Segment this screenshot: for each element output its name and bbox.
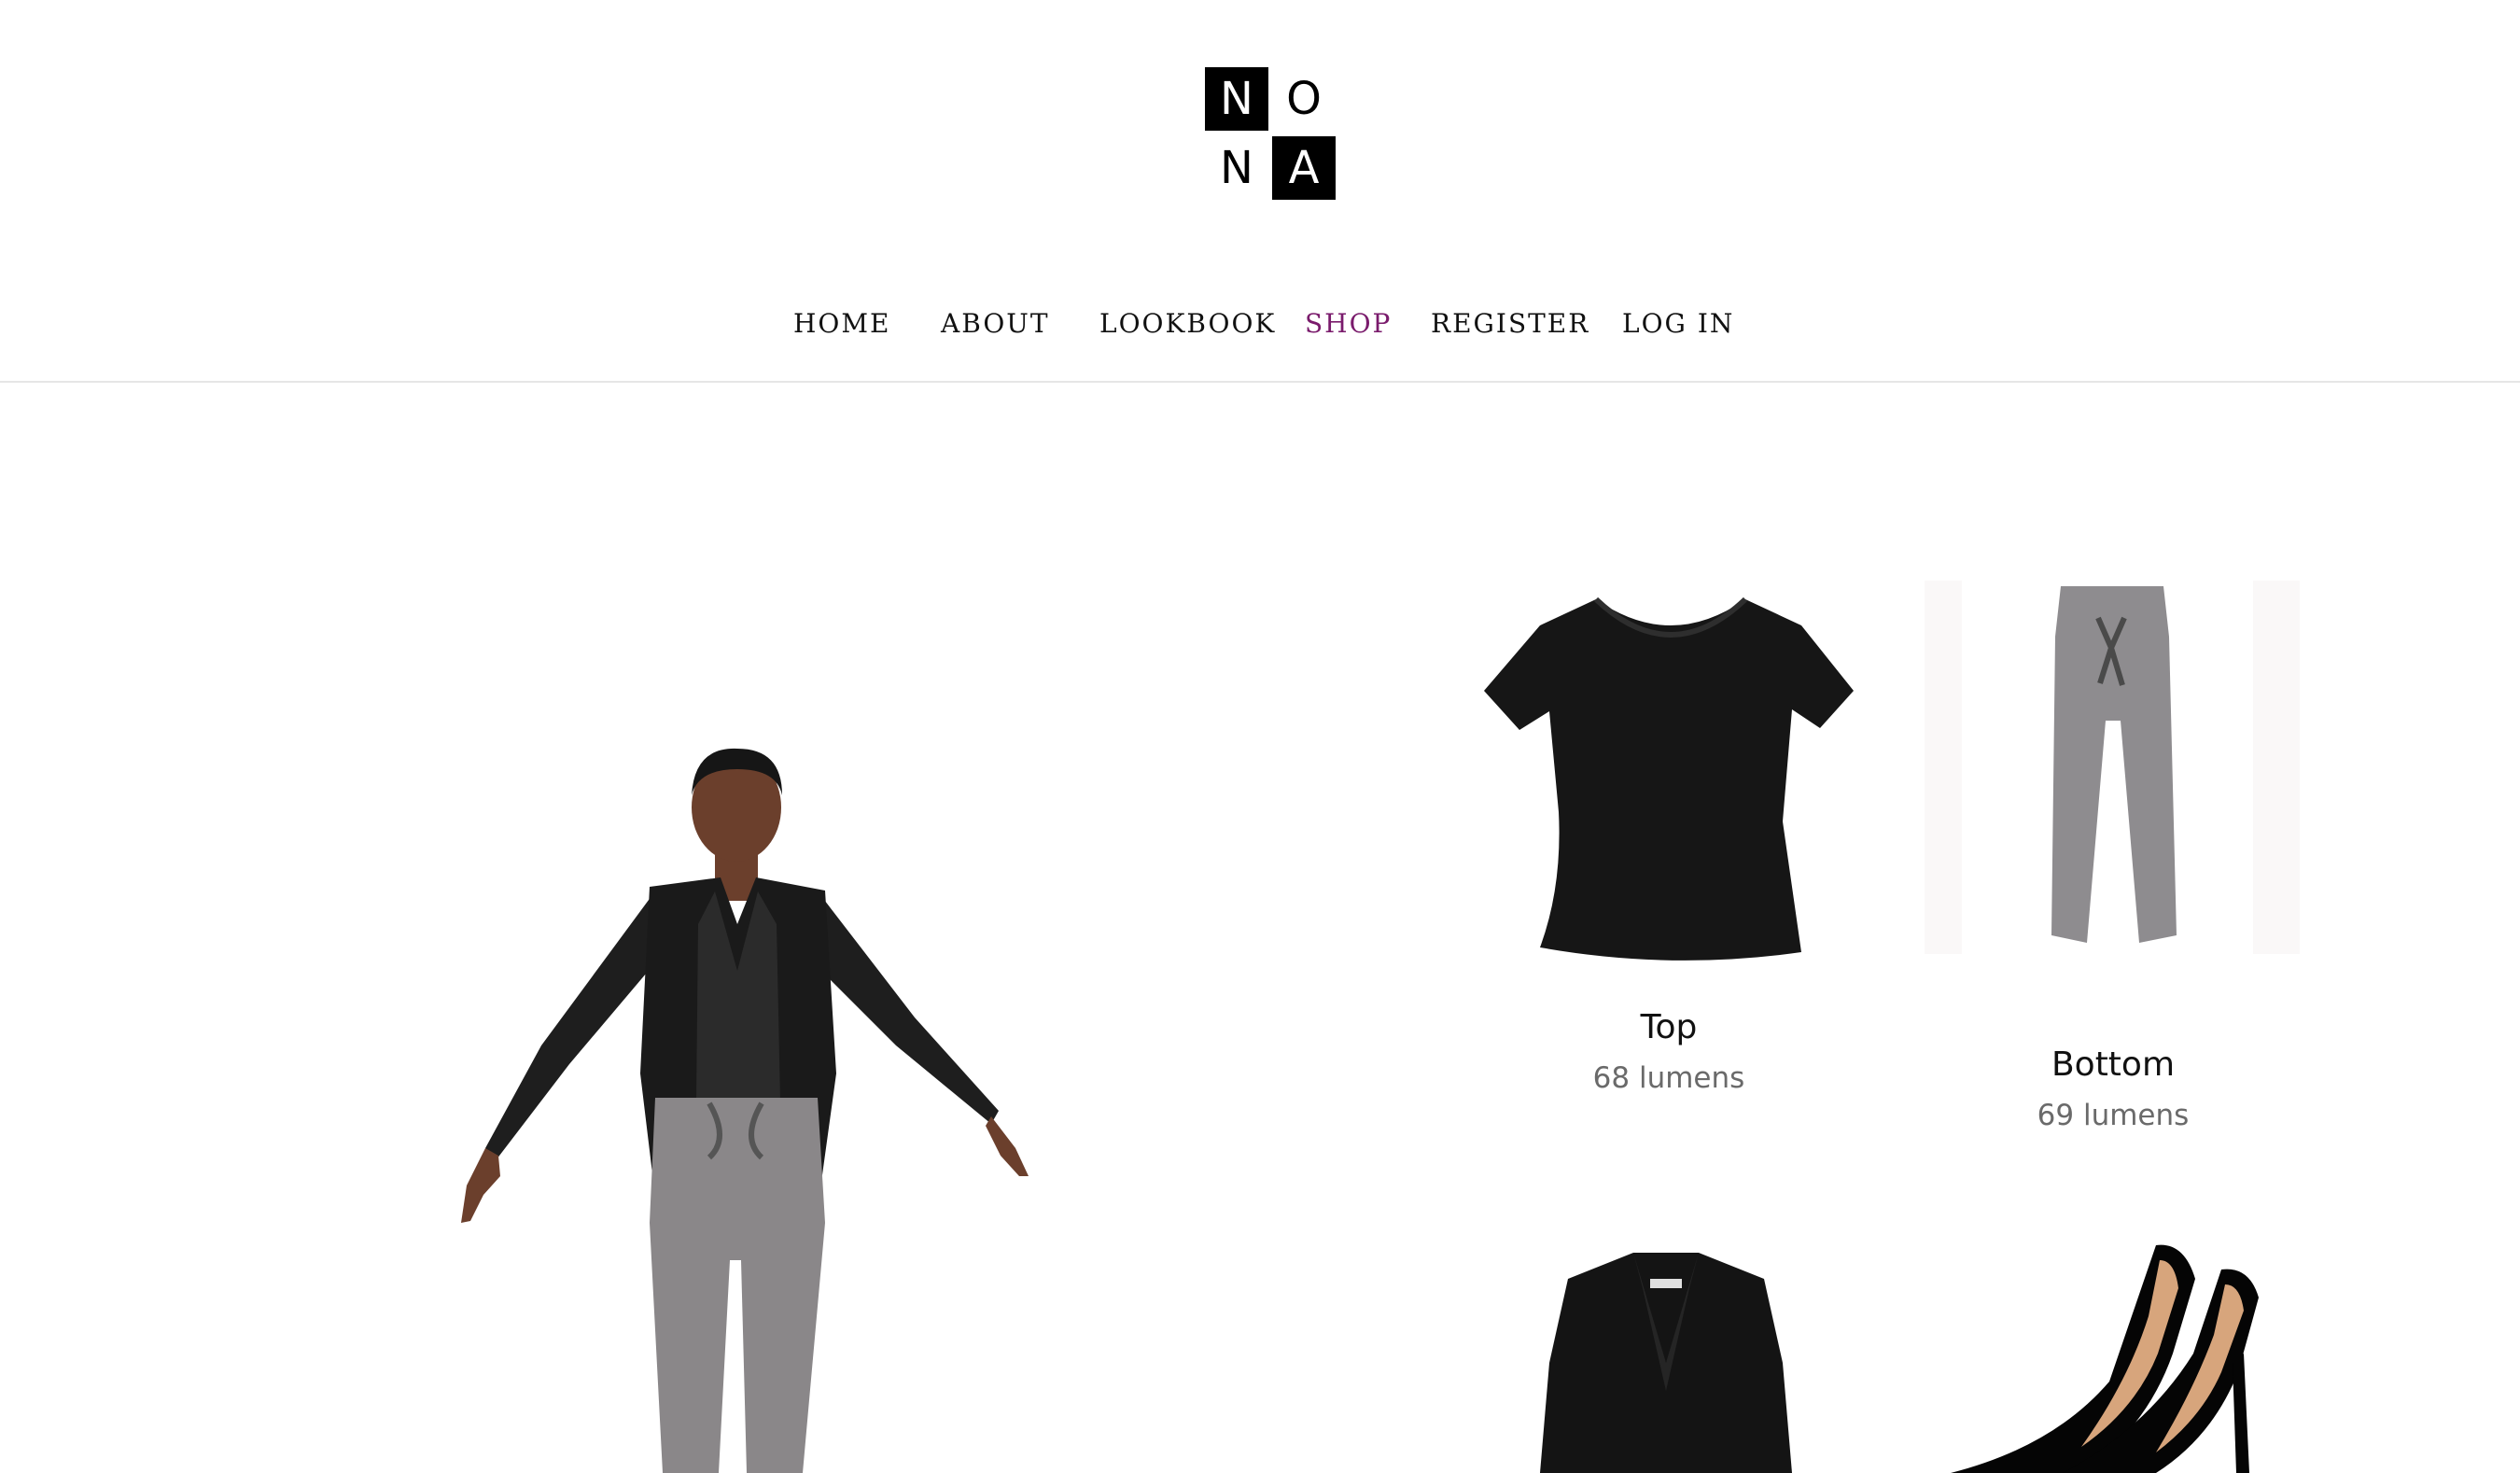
product-name[interactable]: Bottom <box>1891 1045 2335 1084</box>
pants-icon[interactable] <box>1925 581 2300 954</box>
logo-letter: N <box>1205 67 1268 131</box>
logo-letter: O <box>1272 67 1336 131</box>
logo-letter: A <box>1272 136 1336 200</box>
product-price: 69 lumens <box>2037 1099 2190 1132</box>
product-name[interactable]: Top <box>1447 1008 1891 1046</box>
nav-item-register[interactable]: REGISTER <box>1431 308 1589 339</box>
nav-item-lookbook[interactable]: LOOKBOOK <box>1099 308 1276 339</box>
main-navigation: HOME ABOUT LOOKBOOK SHOP REGISTER LOG IN <box>0 308 2520 351</box>
header-divider <box>0 381 2520 383</box>
nav-item-log-in[interactable]: LOG IN <box>1622 308 1734 339</box>
nav-item-about[interactable]: ABOUT <box>941 308 1050 339</box>
nav-item-shop[interactable]: SHOP <box>1305 308 1392 339</box>
high-heels-icon[interactable] <box>1941 1242 2305 1473</box>
product-price: 68 lumens <box>1592 1061 1745 1095</box>
avatar-model-icon[interactable] <box>429 737 1083 1473</box>
brand-logo[interactable]: N O N A <box>1205 67 1337 200</box>
blazer-icon[interactable] <box>1531 1251 1801 1473</box>
tshirt-icon[interactable] <box>1484 579 1857 961</box>
nav-item-home[interactable]: HOME <box>793 308 890 339</box>
logo-letter: N <box>1205 136 1268 200</box>
